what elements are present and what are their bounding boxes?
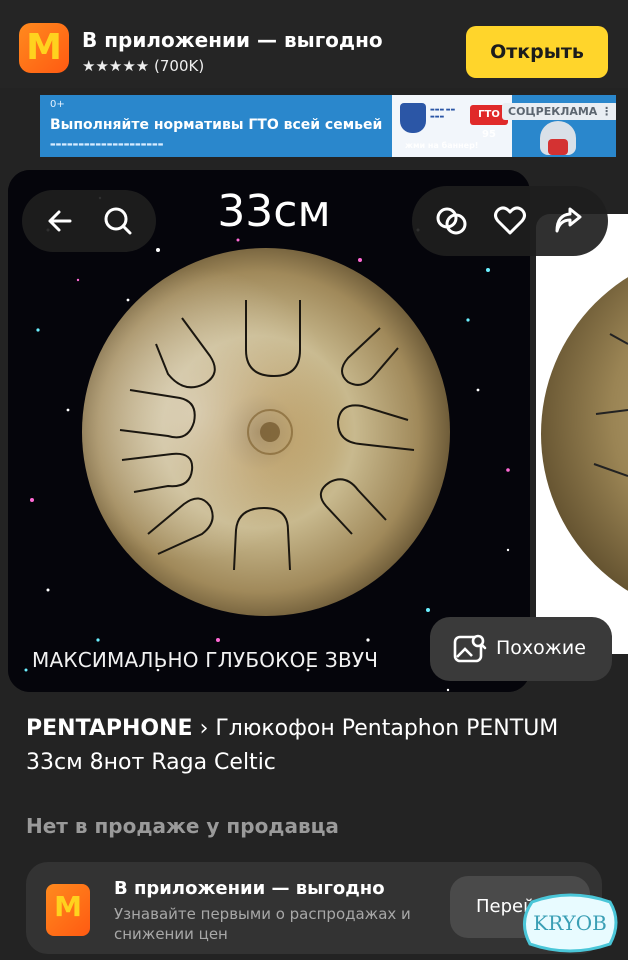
- next-image-preview[interactable]: [536, 214, 628, 654]
- stock-status: Нет в продаже у продавца: [26, 814, 339, 838]
- ad-mascot-image: [540, 121, 576, 155]
- similar-button[interactable]: Похожие: [430, 617, 612, 681]
- product-page: M В приложении — выгодно ★★★★★ (700K) От…: [0, 0, 628, 960]
- brand-link[interactable]: PENTAPHONE: [26, 716, 193, 741]
- app-logo-glyph: M: [26, 27, 62, 68]
- next-image-drum: [541, 277, 628, 591]
- breadcrumb-separator: ›: [192, 716, 216, 741]
- ad-headline: Выполняйте нормативы ГТО всей семьей: [50, 117, 383, 133]
- phone-app-icon: M: [46, 884, 90, 936]
- search-icon[interactable]: [98, 201, 138, 241]
- image-search-icon: [450, 629, 490, 669]
- ad-fine-print: ▬▬▬▬▬▬▬▬▬▬▬▬▬▬▬▬▬▬▬▬: [50, 141, 164, 148]
- ad-age-rating: 0+: [50, 99, 65, 110]
- image-caption: МАКСИМАЛЬНО ГЛУБОКОЕ ЗВУЧ: [32, 648, 379, 672]
- similar-label: Похожие: [496, 637, 586, 659]
- marketplace-app-icon: M: [19, 23, 69, 73]
- watermark-badge: KRYOB: [523, 893, 618, 953]
- ad-label[interactable]: СОЦРЕКЛАМА ⋮: [502, 103, 616, 120]
- ad-banner[interactable]: 0+ Выполняйте нормативы ГТО всей семьей …: [40, 95, 616, 157]
- product-title[interactable]: PENTAPHONE › Глюкофон Pentaphon PENTUM 3…: [26, 712, 606, 780]
- promo-subtitle: Узнавайте первыми о распродажах и снижен…: [114, 905, 411, 943]
- ad-cta: жми на баннер!: [405, 141, 479, 150]
- app-install-banner: M В приложении — выгодно ★★★★★ (700K) От…: [0, 0, 628, 88]
- app-banner-title: В приложении — выгодно: [82, 28, 383, 52]
- promo-title: В приложении — выгодно: [114, 878, 385, 899]
- promo-logo-glyph: M: [54, 890, 82, 923]
- nav-pill-right: [412, 186, 608, 256]
- emblem-icon: [400, 103, 426, 133]
- heart-icon[interactable]: [490, 201, 530, 241]
- share-icon[interactable]: [548, 201, 588, 241]
- compare-icon[interactable]: [432, 201, 472, 241]
- ad-panel-fineprint: ▬▬▬ ▬▬ ▬▬▬: [430, 107, 456, 120]
- nav-pill-left: [22, 190, 156, 252]
- app-rating: ★★★★★ (700K): [82, 57, 205, 75]
- open-app-button[interactable]: Открыть: [466, 26, 608, 78]
- app-promo-card[interactable]: M В приложении — выгодно Узнавайте первы…: [26, 862, 602, 954]
- back-arrow-icon[interactable]: [40, 201, 80, 241]
- watermark-text: KRYOB: [533, 911, 607, 935]
